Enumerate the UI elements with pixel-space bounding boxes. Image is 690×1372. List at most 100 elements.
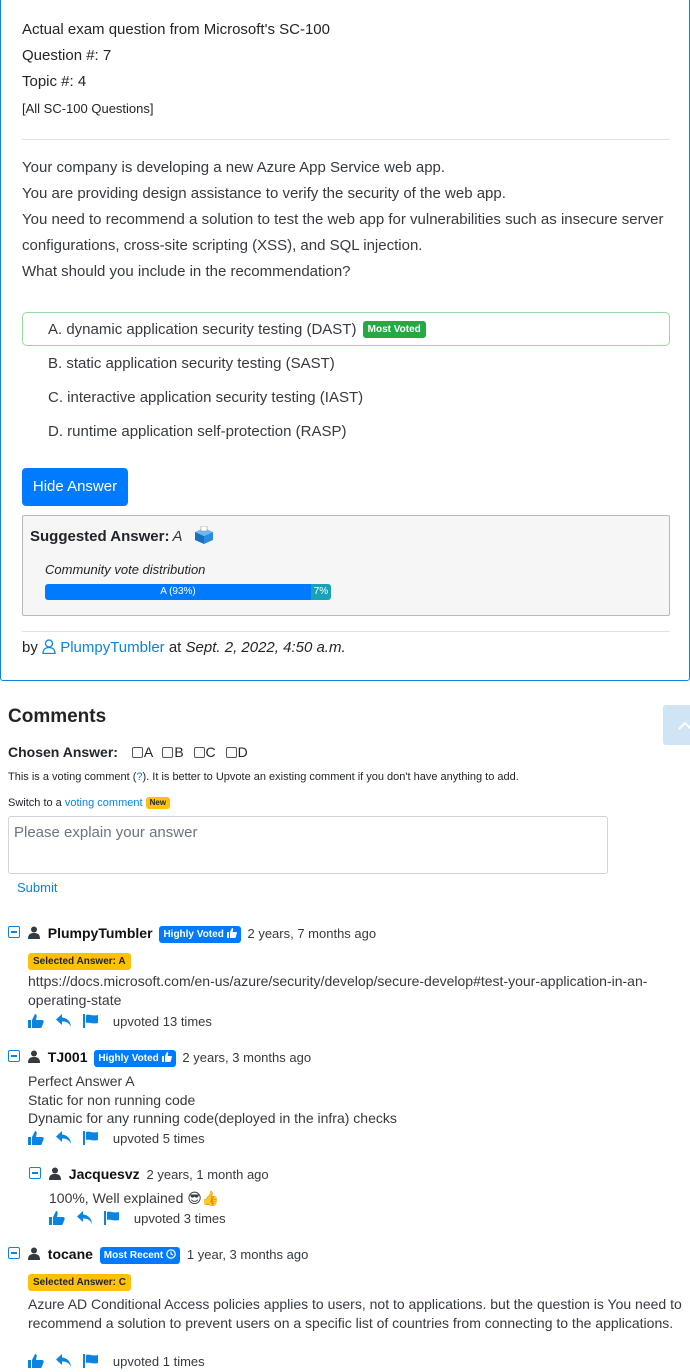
checkbox-a[interactable] <box>131 747 143 758</box>
upvote-count: upvoted 5 times <box>112 1131 205 1146</box>
comment-body: https://docs.microsoft.com/en-us/azure/s… <box>28 973 648 1008</box>
by-prefix: by <box>22 639 38 656</box>
choice-d[interactable]: D. runtime application self-protection (… <box>22 414 670 448</box>
divider <box>22 631 670 632</box>
collapse-icon[interactable] <box>8 926 20 938</box>
reply-icon[interactable] <box>55 1014 72 1028</box>
collapse-icon[interactable] <box>8 1050 20 1062</box>
thumbs-up-icon <box>161 1052 172 1062</box>
checkbox-c[interactable] <box>193 747 205 758</box>
comment-time: 1 year, 3 months ago <box>186 1247 309 1262</box>
question-line-2: You are providing design assistance to v… <box>22 185 506 202</box>
comment-line: Dynamic for any running code(deployed in… <box>28 1110 397 1126</box>
choice-b-label: B. static application security testing (… <box>48 355 335 372</box>
selected-answer-badge: Selected Answer: C <box>28 1274 131 1291</box>
submit-button[interactable]: Submit <box>17 880 57 895</box>
upvote-count: upvoted 3 times <box>133 1211 226 1226</box>
comment-username[interactable]: tocane <box>48 1246 93 1262</box>
flag-icon[interactable] <box>83 1131 99 1145</box>
reply-icon[interactable] <box>76 1211 93 1225</box>
choice-c-label: C. interactive application security test… <box>48 389 364 406</box>
hide-answer-button[interactable]: Hide Answer <box>22 468 128 506</box>
question-line-3: You need to recommend a solution to test… <box>22 211 664 228</box>
badge-label: Highly Voted <box>98 1053 159 1064</box>
comment-header: Jacquesvz 2 years, 1 month ago <box>29 1166 269 1186</box>
question-line-4: configurations, cross-site scripting (XS… <box>22 237 423 254</box>
thumbs-up-icon <box>226 928 237 938</box>
divider <box>22 139 670 140</box>
flag-icon[interactable] <box>104 1211 120 1225</box>
checkbox-b[interactable] <box>162 747 174 758</box>
comment-body: Perfect Answer A Static for non running … <box>28 1072 688 1128</box>
collapse-icon[interactable] <box>8 1247 20 1259</box>
question-line-1: Your company is developing a new Azure A… <box>22 159 446 176</box>
vote-bar-other: 7% <box>310 584 331 600</box>
comment-actions: upvoted 13 times <box>28 1014 212 1032</box>
comment-line: Static for non running code <box>28 1091 196 1108</box>
checkbox-d[interactable] <box>225 747 237 758</box>
author-link[interactable]: PlumpyTumbler <box>60 639 164 656</box>
comment-header: tocane Most Recent 1 year, 3 months ago <box>8 1246 308 1266</box>
voting-note-text: This is a voting comment ( <box>8 771 137 783</box>
comment-body: 100%, Well explained 😎👍 <box>49 1190 220 1206</box>
comment-header: PlumpyTumbler Highly Voted 2 years, 7 mo… <box>8 925 376 945</box>
question-card: Actual exam question from Microsoft's SC… <box>0 0 690 681</box>
option-d-label: D <box>237 744 248 760</box>
comment-username[interactable]: TJ001 <box>48 1049 88 1065</box>
clock-icon <box>166 1249 176 1259</box>
flag-icon[interactable] <box>83 1014 99 1028</box>
comment-time: 2 years, 7 months ago <box>247 926 377 941</box>
suggested-answer: Suggested Answer: A <box>30 525 215 545</box>
switch-text: Switch to a <box>8 797 62 809</box>
reply-icon[interactable] <box>55 1131 72 1145</box>
vote-distribution-label: Community vote distribution <box>45 562 206 577</box>
choice-a-label: A. dynamic application security testing … <box>48 321 357 338</box>
badge-label: Highly Voted <box>163 929 224 940</box>
choice-d-label: D. runtime application self-protection (… <box>48 423 347 440</box>
upvote-icon[interactable] <box>49 1211 65 1225</box>
comment-header: TJ001 Highly Voted 2 years, 3 months ago <box>8 1049 311 1069</box>
highly-voted-badge: Highly Voted <box>159 926 241 943</box>
vote-distribution-bar: A (93%) 7% <box>45 584 331 600</box>
comment-username[interactable]: Jacquesvz <box>69 1166 140 1182</box>
comment-line: Perfect Answer A <box>28 1073 135 1089</box>
comment-actions: upvoted 3 times <box>49 1211 226 1229</box>
comments-title: Comments <box>8 706 107 727</box>
scroll-to-top-button[interactable] <box>663 705 690 745</box>
user-icon <box>42 639 56 655</box>
choice-b[interactable]: B. static application security testing (… <box>22 346 670 380</box>
collapse-icon[interactable] <box>29 1167 41 1179</box>
all-questions-link[interactable]: [All SC-100 Questions] <box>22 101 154 116</box>
upvote-icon[interactable] <box>28 1014 44 1028</box>
suggested-answer-value: A <box>172 528 183 545</box>
comment-input[interactable] <box>8 816 608 874</box>
comment-username[interactable]: PlumpyTumbler <box>48 925 153 941</box>
switch-note: Switch to a voting comment New <box>8 797 171 809</box>
choice-a[interactable]: A. dynamic application security testing … <box>22 312 670 346</box>
option-b-label: B <box>174 744 184 760</box>
comment-actions: upvoted 1 times <box>28 1354 205 1372</box>
topic-number: Topic #: 4 <box>22 73 87 90</box>
person-icon <box>27 1247 40 1260</box>
person-icon <box>27 1050 40 1063</box>
new-badge: New <box>145 797 171 809</box>
question-line-5: What should you include in the recommend… <box>22 263 351 280</box>
selected-answer-badge: Selected Answer: A <box>28 953 131 970</box>
person-icon <box>48 1167 61 1180</box>
suggested-answer-box: Suggested Answer: A Community vote distri… <box>22 515 670 616</box>
upvote-count: upvoted 1 times <box>112 1354 205 1369</box>
ballot-box-icon <box>193 525 215 544</box>
post-date: Sept. 2, 2022, 4:50 a.m. <box>185 639 346 656</box>
most-recent-badge: Most Recent <box>99 1247 181 1264</box>
option-c-label: C <box>205 744 216 760</box>
choice-c[interactable]: C. interactive application security test… <box>22 380 670 414</box>
comment-time: 2 years, 3 months ago <box>182 1050 312 1065</box>
option-a-label: A <box>143 744 153 760</box>
voting-comment-link[interactable]: voting comment <box>65 797 143 809</box>
comment-time: 2 years, 1 month ago <box>146 1167 269 1182</box>
most-voted-badge: Most Voted <box>362 321 426 338</box>
chosen-answer-label: Chosen Answer: <box>8 744 118 760</box>
highly-voted-badge: Highly Voted <box>94 1050 176 1067</box>
voting-note-text-end: ). It is better to Upvote an existing co… <box>142 771 519 783</box>
upvote-icon[interactable] <box>28 1131 44 1145</box>
